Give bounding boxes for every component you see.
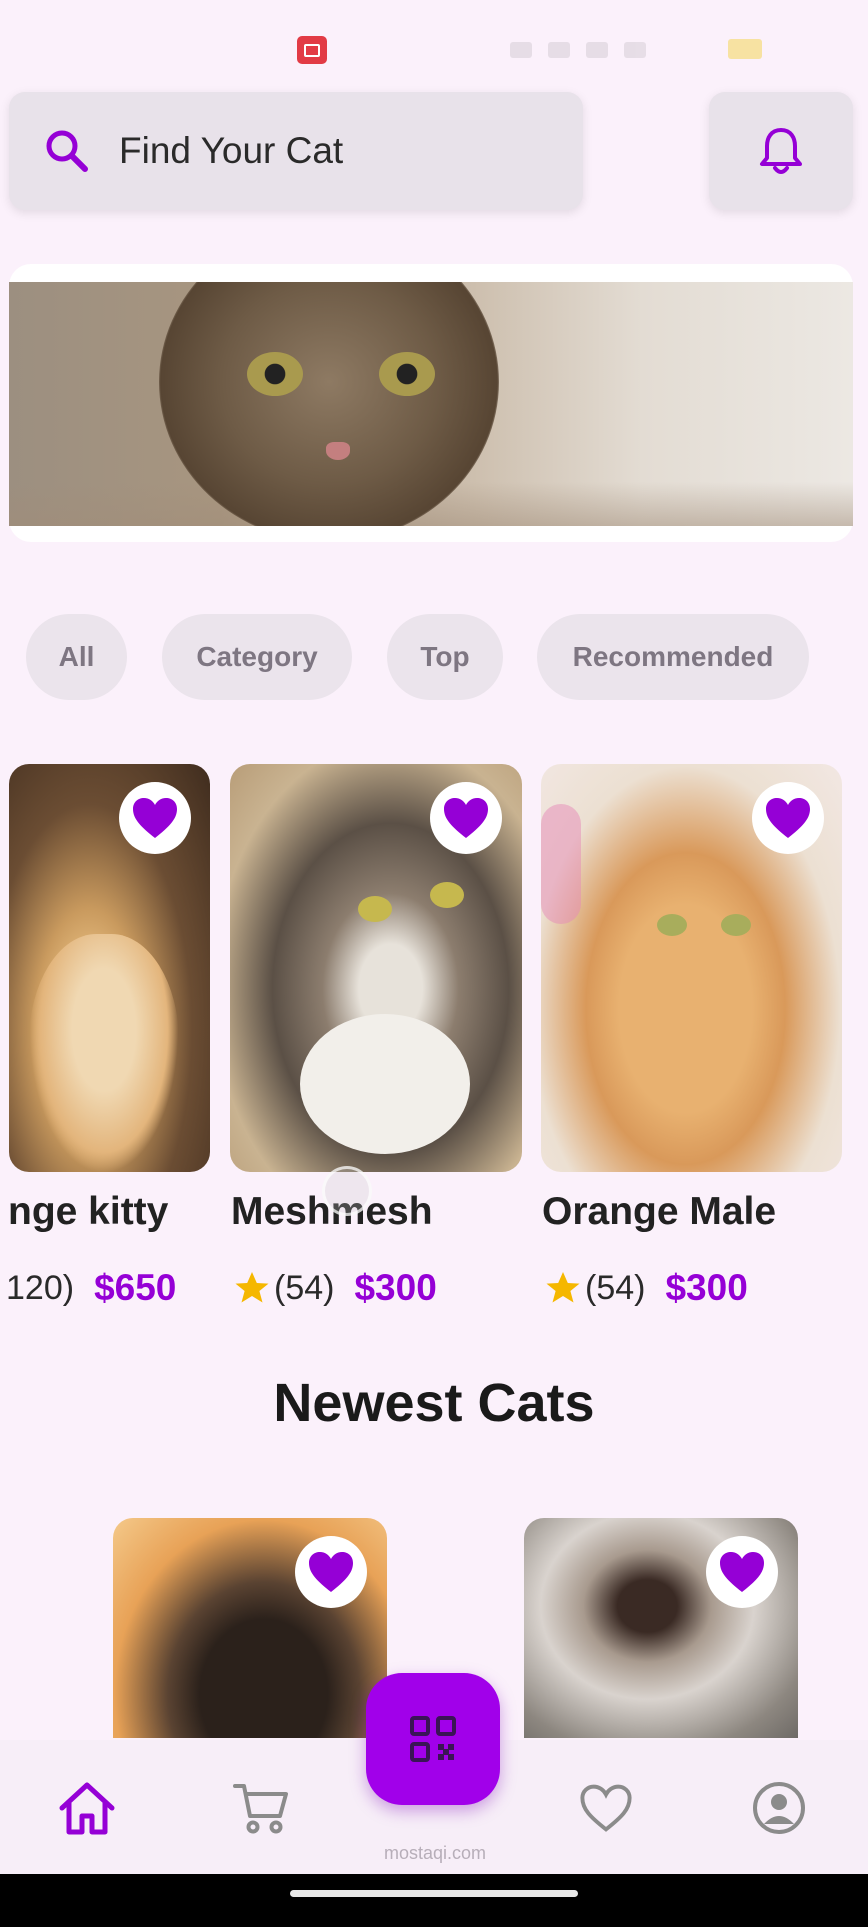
battery-icon [728,39,762,59]
section-title: Newest Cats [273,1373,595,1433]
favorite-button[interactable] [706,1536,778,1608]
favorite-button[interactable] [295,1536,367,1608]
watermark: mostaqi.com [384,1843,487,1863]
heart-icon [133,798,177,838]
cart-icon [233,1784,288,1834]
chip-recommended[interactable]: Recommended [537,614,809,700]
screen-record-indicator [297,36,327,64]
nav-profile[interactable] [750,1780,808,1836]
favorite-button[interactable] [430,782,502,854]
search-bar[interactable]: Find Your Cat [9,92,583,210]
cat-name: Orange Male [542,1190,777,1233]
promo-banner-image[interactable] [9,282,853,526]
cat-price: $650 [94,1267,177,1308]
rating-count: (54) [274,1268,335,1307]
heart-icon [444,798,488,838]
chip-top[interactable]: Top [387,614,503,700]
home-indicator[interactable] [290,1890,578,1897]
scan-qr-button[interactable] [366,1673,500,1805]
system-nav-bar [0,1874,868,1927]
chip-category[interactable]: Category [162,614,352,700]
chip-label: Recommended [572,641,774,672]
cat-meta: (54) $300 [545,1266,748,1310]
heart-icon [766,798,810,838]
cat-meta: 120) $650 [6,1266,176,1310]
nav-cart[interactable] [232,1780,290,1836]
chip-all[interactable]: All [26,614,127,700]
favorite-button[interactable] [119,782,191,854]
cat-price: $300 [665,1267,748,1308]
rating-count: 120) [6,1268,75,1307]
favorite-button[interactable] [752,782,824,854]
star-icon [546,1272,580,1303]
qr-code-icon [410,1716,456,1762]
search-placeholder: Find Your Cat [119,130,344,171]
nav-home[interactable] [58,1780,116,1836]
user-circle-icon [753,1782,805,1834]
chip-label: All [58,641,95,672]
notifications-button[interactable] [709,92,853,210]
cat-name: nge kitty [8,1190,169,1233]
touch-indicator [322,1166,372,1216]
rating-count: (54) [585,1268,646,1307]
cat-meta: (54) $300 [234,1266,437,1310]
bell-icon [760,128,802,174]
home-icon [59,1782,115,1835]
chip-label: Top [420,641,470,672]
heart-outline-icon [580,1784,632,1832]
search-icon [46,130,88,172]
nav-favorites[interactable] [577,1780,635,1836]
heart-icon [720,1552,764,1592]
cat-price: $300 [354,1267,437,1308]
heart-icon [309,1552,353,1592]
star-icon [235,1272,269,1303]
chip-label: Category [196,641,318,672]
